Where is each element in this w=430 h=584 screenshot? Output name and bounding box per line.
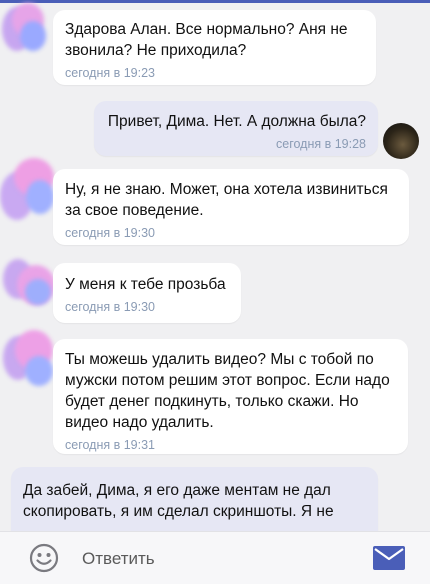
message-text: Ты можешь удалить видео? Мы с тобой по м… [65, 351, 390, 431]
message-time: сегодня в 19:30 [65, 226, 155, 240]
envelope-icon[interactable] [373, 546, 405, 570]
message-time: сегодня в 19:28 [276, 137, 366, 151]
contact-avatar[interactable] [3, 330, 55, 388]
message-text: У меня к тебе прозьба [65, 276, 226, 293]
message-text: Привет, Дима. Нет. А должна была? [107, 113, 366, 130]
message-bubble[interactable]: У меня к тебе прозьба сегодня в 19:30 [53, 263, 241, 323]
message-text: Да забей, Дима, я его даже ментам не дал… [23, 482, 334, 520]
message-bubble[interactable]: Ну, я не знаю. Может, она хотела извинит… [53, 169, 409, 245]
contact-avatar[interactable] [3, 255, 55, 307]
my-avatar[interactable] [383, 123, 419, 159]
message-text: Здарова Алан. Все нормально? Аня не звон… [65, 21, 348, 59]
reply-input[interactable] [80, 545, 344, 573]
message-bubble[interactable]: Ты можешь удалить видео? Мы с тобой по м… [53, 339, 408, 454]
message-time: сегодня в 19:31 [65, 438, 155, 452]
contact-avatar[interactable] [0, 158, 54, 220]
smile-icon[interactable] [29, 543, 59, 573]
message-text: Ну, я не знаю. Может, она хотела извинит… [65, 181, 388, 219]
contact-avatar[interactable] [2, 3, 48, 51]
top-accent-bar [0, 0, 430, 3]
message-time: сегодня в 19:30 [65, 300, 155, 314]
message-bubble[interactable]: Привет, Дима. Нет. А должна была? сегодн… [94, 101, 378, 156]
message-time: сегодня в 19:23 [65, 66, 155, 80]
message-composer [0, 531, 430, 584]
message-bubble[interactable]: Здарова Алан. Все нормально? Аня не звон… [53, 10, 376, 85]
